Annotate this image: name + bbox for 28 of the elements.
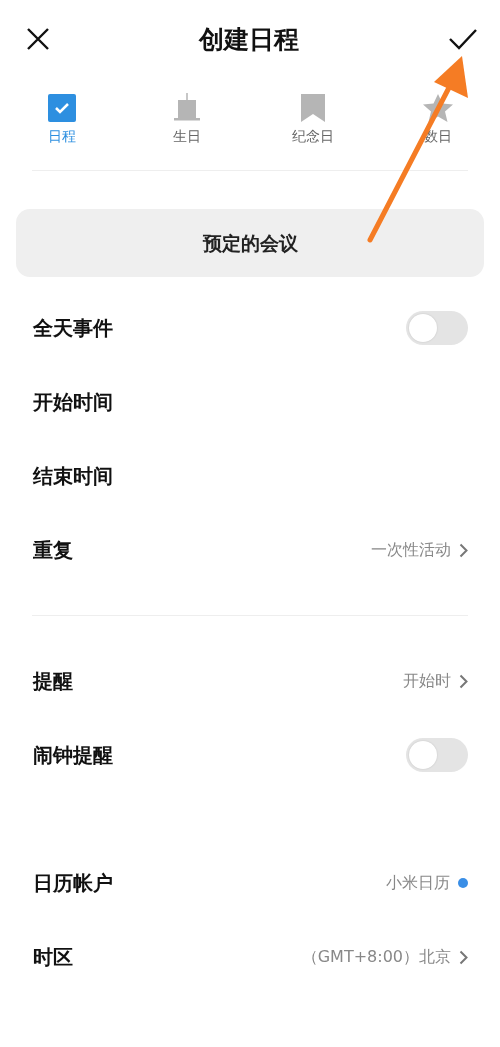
chevron-icon [459, 673, 468, 689]
type-tab[interactable]: 日程 [10, 92, 114, 146]
toggle-switch[interactable] [406, 738, 468, 772]
bookmark-icon [300, 94, 325, 122]
check-icon[interactable] [448, 27, 478, 51]
title-field[interactable]: 预定的会议 [16, 209, 484, 277]
chevron-icon [459, 542, 468, 558]
value-selector[interactable]: 一次性活动 [371, 539, 468, 561]
value-selector[interactable]: 开始时 [403, 670, 468, 692]
row-label: 提醒 [33, 667, 73, 695]
row-label: 日历帐户 [33, 869, 113, 897]
row-label: 时区 [33, 943, 73, 971]
account-selector[interactable]: 小米日历 [386, 872, 468, 894]
page-title: 创建日程 [199, 23, 299, 56]
type-tab[interactable]: 纪念日 [260, 92, 365, 146]
toggle-switch[interactable] [406, 311, 468, 345]
star-icon [423, 94, 453, 122]
row-label: 重复 [33, 536, 73, 564]
row-label: 结束时间 [33, 462, 113, 490]
close-icon[interactable] [26, 27, 50, 51]
row-label: 闹钟提醒 [33, 741, 113, 769]
row-label: 开始时间 [33, 388, 113, 416]
chevron-icon [459, 949, 468, 965]
row-label: 全天事件 [33, 314, 113, 342]
cake-icon [172, 92, 203, 122]
type-tab[interactable]: 生日 [135, 92, 240, 146]
value-selector[interactable]: （GMT+8:00）北京 [301, 946, 468, 968]
checkbox-icon [48, 94, 76, 122]
